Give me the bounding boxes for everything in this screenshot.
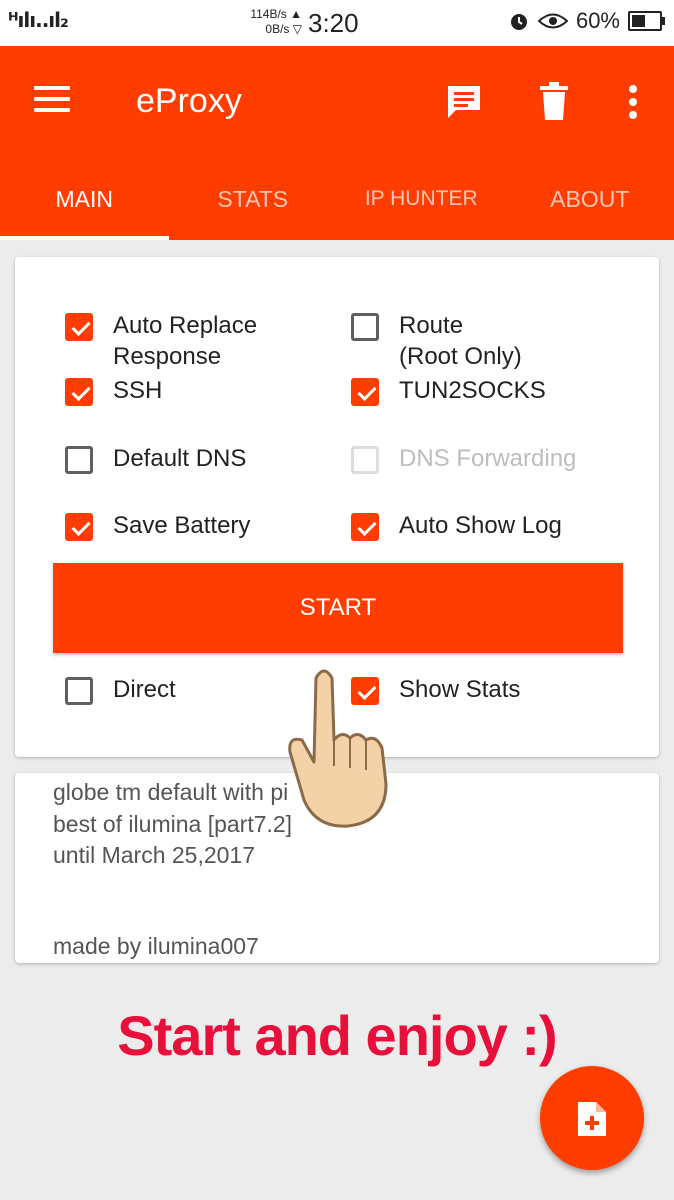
route-label: Route (Root Only)	[399, 310, 522, 372]
app-title: eProxy	[136, 82, 242, 120]
net-down: 0B/s ▽	[265, 22, 302, 36]
option-auto-replace[interactable]: Auto Replace Response	[65, 310, 257, 372]
show-stats-label: Show Stats	[399, 676, 521, 703]
network-speed: 114B/s ▲ 0B/s ▽	[234, 7, 302, 37]
direct-checkbox[interactable]	[65, 677, 93, 705]
auto-replace-checkbox[interactable]	[65, 313, 93, 341]
dns-forwarding-label: DNS Forwarding	[399, 445, 577, 472]
option-save-battery[interactable]: Save Battery	[65, 512, 251, 541]
tab-about[interactable]: ABOUT	[506, 158, 674, 240]
menu-icon[interactable]	[34, 86, 70, 114]
net-up: 114B/s ▲	[250, 7, 302, 21]
log-line: until March 25,2017	[53, 842, 256, 868]
status-right: 60%	[508, 8, 665, 34]
option-dns-forwarding: DNS Forwarding	[351, 445, 577, 474]
dns-forwarding-checkbox	[351, 446, 379, 474]
route-checkbox[interactable]	[351, 313, 379, 341]
more-vert-icon[interactable]	[626, 84, 640, 120]
alarm-icon	[510, 14, 527, 30]
battery-fill	[632, 15, 646, 27]
add-file-icon	[578, 1102, 606, 1136]
tab-ip-hunter[interactable]: IP HUNTER	[337, 158, 506, 240]
option-ssh[interactable]: SSH	[65, 377, 163, 406]
ssh-label: SSH	[113, 377, 163, 404]
auto-replace-label-line1: Auto Replace	[113, 312, 258, 339]
direct-label: Direct	[113, 676, 176, 703]
auto-show-log-label: Auto Show Log	[399, 512, 562, 539]
battery-percent: 60%	[575, 8, 620, 33]
tun2socks-checkbox[interactable]	[351, 378, 379, 406]
add-file-button[interactable]	[540, 1066, 644, 1170]
auto-replace-label: Auto Replace Response	[113, 310, 257, 372]
option-default-dns[interactable]: Default DNS	[65, 445, 247, 474]
default-dns-checkbox[interactable]	[65, 446, 93, 474]
clock: 3:20	[308, 8, 359, 38]
status-bar: ᴴılı..ıl₂ 114B/s ▲ 0B/s ▽ 3:20 60%	[0, 0, 674, 46]
save-battery-checkbox[interactable]	[65, 513, 93, 541]
tab-main[interactable]: MAIN	[0, 158, 169, 240]
app-bar: eProxy MAIN STATS IP HUNTER ABOUT	[0, 46, 674, 240]
option-route[interactable]: Route (Root Only)	[351, 310, 522, 372]
battery-icon	[628, 11, 665, 31]
pointing-hand-icon	[288, 669, 388, 828]
tab-bar: MAIN STATS IP HUNTER ABOUT	[0, 158, 674, 240]
tab-stats[interactable]: STATS	[169, 158, 338, 240]
save-battery-label: Save Battery	[113, 512, 251, 539]
start-button[interactable]: START	[53, 563, 623, 653]
default-dns-label: Default DNS	[113, 445, 247, 472]
auto-show-log-checkbox[interactable]	[351, 513, 379, 541]
delete-icon[interactable]	[538, 82, 570, 122]
option-tun2socks[interactable]: TUN2SOCKS	[351, 377, 546, 406]
route-label-line2: (Root Only)	[399, 343, 522, 370]
auto-replace-label-line2: Response	[113, 343, 222, 370]
log-line: globe tm default with pi	[53, 779, 289, 805]
ssh-checkbox[interactable]	[65, 378, 93, 406]
eye-icon	[537, 13, 568, 29]
option-direct[interactable]: Direct	[65, 676, 176, 705]
log-line: best of ilumina [part7.2]	[53, 811, 293, 837]
caption-text: Start and enjoy :)	[117, 1004, 557, 1067]
option-auto-show-log[interactable]: Auto Show Log	[351, 512, 562, 541]
message-icon[interactable]	[444, 82, 484, 122]
signal-indicators: ᴴılı..ıl₂	[8, 8, 69, 32]
route-label-line1: Route	[399, 312, 464, 339]
log-credit: made by ilumina007	[53, 933, 259, 959]
tun2socks-label: TUN2SOCKS	[399, 377, 546, 404]
